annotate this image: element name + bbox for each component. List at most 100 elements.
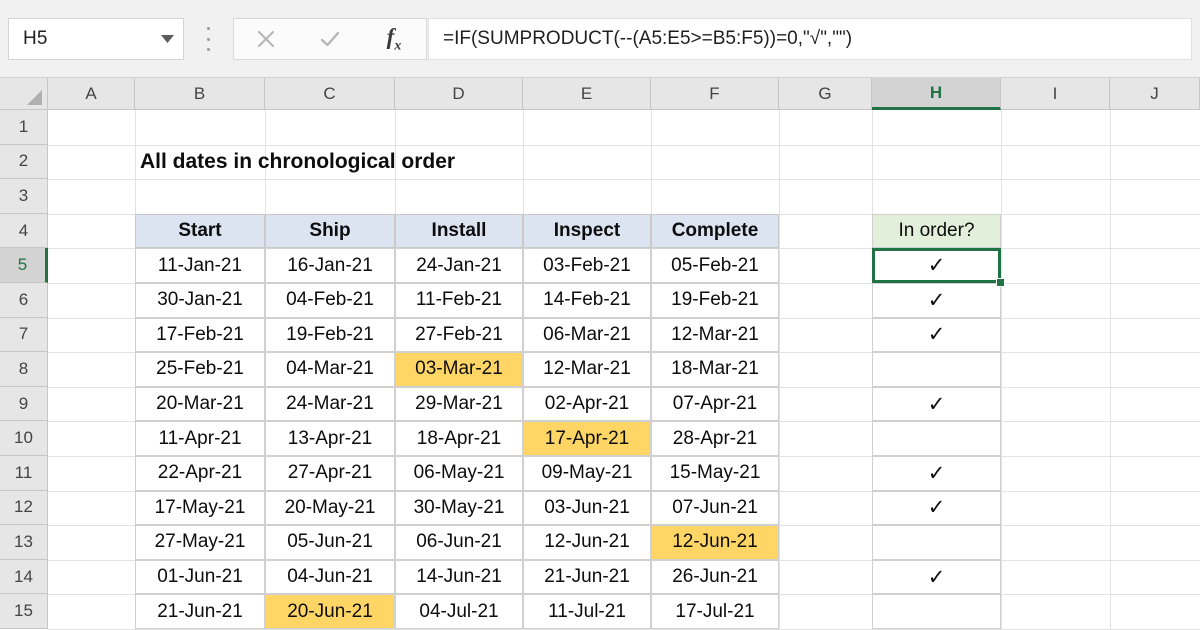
date-cell[interactable]: 27-May-21 [135,525,265,560]
date-cell[interactable]: 16-Jan-21 [265,248,395,283]
date-cell[interactable]: 17-May-21 [135,491,265,526]
row-header-12[interactable]: 12 [0,491,48,526]
date-cell[interactable]: 04-Jul-21 [395,594,523,629]
date-cell[interactable]: 02-Apr-21 [523,387,651,422]
date-cell[interactable]: 13-Apr-21 [265,421,395,456]
row-header-11[interactable]: 11 [0,456,48,491]
date-cell[interactable]: 14-Feb-21 [523,283,651,318]
spreadsheet-grid[interactable]: ABCDEFGHIJ 123456789101112131415 StartSh… [0,78,1200,630]
date-cell[interactable]: 01-Jun-21 [135,560,265,595]
date-cell[interactable]: 19-Feb-21 [265,318,395,353]
row-header-10[interactable]: 10 [0,421,48,456]
result-cell[interactable] [872,352,1001,387]
column-header-g[interactable]: G [779,78,872,110]
column-header-c[interactable]: C [265,78,395,110]
row-header-4[interactable]: 4 [0,214,48,249]
result-cell[interactable]: ✓ [872,248,1001,283]
result-cell[interactable]: ✓ [872,456,1001,491]
result-cell[interactable] [872,594,1001,629]
column-header-e[interactable]: E [523,78,651,110]
formula-input[interactable]: =IF(SUMPRODUCT(--(A5:E5>=B5:F5))=0,"√","… [428,18,1192,60]
date-cell[interactable]: 03-Mar-21 [395,352,523,387]
date-cell[interactable]: 24-Mar-21 [265,387,395,422]
result-cell[interactable]: ✓ [872,283,1001,318]
date-cell[interactable]: 25-Feb-21 [135,352,265,387]
name-box[interactable]: H5 [8,18,184,60]
row-header-5[interactable]: 5 [0,248,48,283]
table-header-inspect[interactable]: Inspect [523,214,651,249]
date-cell[interactable]: 14-Jun-21 [395,560,523,595]
date-cell[interactable]: 28-Apr-21 [651,421,779,456]
date-cell[interactable]: 22-Apr-21 [135,456,265,491]
row-header-6[interactable]: 6 [0,283,48,318]
date-cell[interactable]: 27-Apr-21 [265,456,395,491]
date-cell[interactable]: 17-Feb-21 [135,318,265,353]
date-cell[interactable]: 18-Mar-21 [651,352,779,387]
date-cell[interactable]: 15-May-21 [651,456,779,491]
date-cell[interactable]: 11-Feb-21 [395,283,523,318]
row-header-14[interactable]: 14 [0,560,48,595]
row-header-7[interactable]: 7 [0,318,48,353]
date-cell[interactable]: 07-Jun-21 [651,491,779,526]
date-cell[interactable]: 04-Feb-21 [265,283,395,318]
date-cell[interactable]: 29-Mar-21 [395,387,523,422]
row-header-9[interactable]: 9 [0,387,48,422]
result-cell[interactable]: ✓ [872,318,1001,353]
date-cell[interactable]: 12-Mar-21 [523,352,651,387]
date-cell[interactable]: 30-Jan-21 [135,283,265,318]
date-cell[interactable]: 17-Apr-21 [523,421,651,456]
date-cell[interactable]: 03-Feb-21 [523,248,651,283]
date-cell[interactable]: 12-Jun-21 [523,525,651,560]
date-cell[interactable]: 30-May-21 [395,491,523,526]
date-cell[interactable]: 05-Jun-21 [265,525,395,560]
result-cell[interactable]: ✓ [872,560,1001,595]
check-icon[interactable] [298,19,362,59]
date-cell[interactable]: 06-Jun-21 [395,525,523,560]
date-cell[interactable]: 04-Mar-21 [265,352,395,387]
result-cell[interactable] [872,421,1001,456]
table-header-install[interactable]: Install [395,214,523,249]
row-header-8[interactable]: 8 [0,352,48,387]
result-cell[interactable] [872,525,1001,560]
column-header-a[interactable]: A [48,78,135,110]
date-cell[interactable]: 20-Jun-21 [265,594,395,629]
fx-icon[interactable]: fx [362,19,426,59]
date-cell[interactable]: 12-Mar-21 [651,318,779,353]
date-cell[interactable]: 11-Jan-21 [135,248,265,283]
fill-handle[interactable] [996,278,1005,287]
date-cell[interactable]: 04-Jun-21 [265,560,395,595]
date-cell[interactable]: 12-Jun-21 [651,525,779,560]
date-cell[interactable]: 06-Mar-21 [523,318,651,353]
column-header-j[interactable]: J [1110,78,1200,110]
column-header-b[interactable]: B [135,78,265,110]
row-header-3[interactable]: 3 [0,179,48,214]
column-header-d[interactable]: D [395,78,523,110]
close-icon[interactable] [234,19,298,59]
date-cell[interactable]: 21-Jun-21 [523,560,651,595]
row-header-13[interactable]: 13 [0,525,48,560]
row-header-2[interactable]: 2 [0,145,48,180]
row-header-15[interactable]: 15 [0,594,48,629]
date-cell[interactable]: 21-Jun-21 [135,594,265,629]
date-cell[interactable]: 19-Feb-21 [651,283,779,318]
date-cell[interactable]: 09-May-21 [523,456,651,491]
result-cell[interactable]: ✓ [872,491,1001,526]
date-cell[interactable]: 11-Jul-21 [523,594,651,629]
date-cell[interactable]: 20-May-21 [265,491,395,526]
date-cell[interactable]: 20-Mar-21 [135,387,265,422]
table-header-ship[interactable]: Ship [265,214,395,249]
chevron-down-icon[interactable] [151,35,183,43]
date-cell[interactable]: 17-Jul-21 [651,594,779,629]
date-cell[interactable]: 11-Apr-21 [135,421,265,456]
date-cell[interactable]: 24-Jan-21 [395,248,523,283]
row-header-1[interactable]: 1 [0,110,48,145]
date-cell[interactable]: 03-Jun-21 [523,491,651,526]
table-header-complete[interactable]: Complete [651,214,779,249]
result-cell[interactable]: ✓ [872,387,1001,422]
date-cell[interactable]: 05-Feb-21 [651,248,779,283]
date-cell[interactable]: 26-Jun-21 [651,560,779,595]
column-header-i[interactable]: I [1001,78,1110,110]
date-cell[interactable]: 06-May-21 [395,456,523,491]
date-cell[interactable]: 27-Feb-21 [395,318,523,353]
date-cell[interactable]: 07-Apr-21 [651,387,779,422]
